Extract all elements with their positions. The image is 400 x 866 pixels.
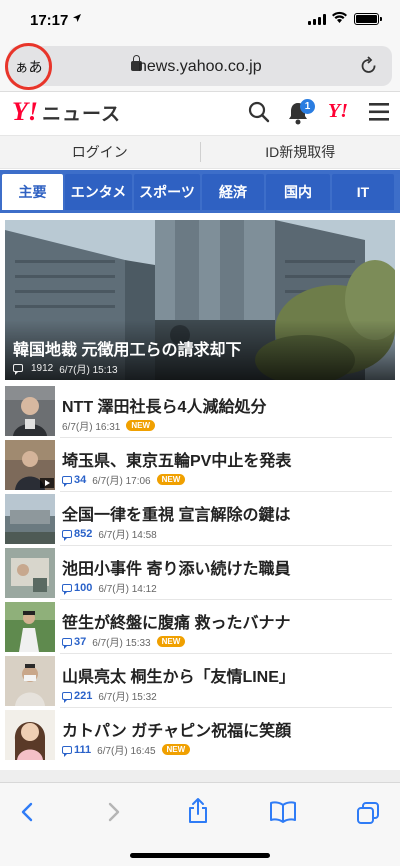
article-thumbnail	[5, 440, 55, 490]
url-text[interactable]: news.yahoo.co.jp	[138, 58, 262, 76]
back-icon[interactable]	[18, 801, 38, 828]
article-meta: 34 6/7(月) 17:06 NEW	[62, 472, 186, 487]
article-title[interactable]: 全国一律を重視 宣言解除の鍵は	[62, 501, 290, 525]
logo-text: ニュース	[42, 104, 122, 125]
new-badge: NEW	[161, 744, 191, 755]
tab-it[interactable]: IT	[332, 174, 394, 210]
register-link[interactable]: ID新規取得	[201, 142, 400, 162]
article-date: 6/7(月) 17:06	[92, 476, 151, 487]
article-date: 6/7(月) 14:12	[98, 584, 157, 595]
new-badge: NEW	[156, 474, 186, 485]
section-divider	[0, 770, 400, 782]
article-thumbnail	[5, 548, 55, 598]
list-item[interactable]: 埼玉県、東京五輪PV中止を発表 34 6/7(月) 17:06 NEW	[0, 438, 400, 492]
article-thumbnail	[5, 494, 55, 544]
list-item[interactable]: 笹生が終盤に腹痛 救ったバナナ 37 6/7(月) 15:33 NEW	[0, 600, 400, 654]
article-date: 6/7(月) 15:33	[92, 638, 151, 649]
category-tabs: 主要 エンタメ スポーツ 経済 国内 IT	[0, 170, 400, 213]
comment-icon	[62, 745, 72, 757]
comment-icon	[62, 529, 72, 541]
list-item[interactable]: 山県亮太 桐生から「友情LINE」 221 6/7(月) 15:32	[0, 654, 400, 708]
wifi-icon	[331, 11, 348, 29]
article-meta: 221 6/7(月) 15:32	[62, 688, 157, 703]
list-item[interactable]: 池田小事件 寄り添い続けた職員 100 6/7(月) 14:12	[0, 546, 400, 600]
article-date: 6/7(月) 16:45	[97, 746, 156, 757]
article-thumbnail	[5, 386, 55, 436]
tab-economy[interactable]: 経済	[202, 174, 264, 210]
article-meta: 111 6/7(月) 16:45 NEW	[62, 742, 191, 757]
article-comment-count: 100	[62, 582, 92, 595]
status-bar: 17:17	[0, 0, 400, 42]
tab-domestic[interactable]: 国内	[266, 174, 330, 210]
bookmarks-icon[interactable]	[269, 801, 297, 828]
comment-icon	[13, 363, 25, 376]
text-size-button[interactable]: ぁあ	[5, 43, 52, 90]
article-comment-count: 34	[62, 474, 86, 487]
yahoo-news-logo[interactable]: Y! ニュース	[12, 97, 121, 127]
cellular-signal-icon	[308, 14, 326, 25]
reload-icon[interactable]	[360, 56, 378, 81]
logo-mark: Y!	[12, 97, 38, 126]
tabs-icon[interactable]	[356, 801, 380, 830]
article-title[interactable]: 池田小事件 寄り添い続けた職員	[62, 555, 290, 579]
comment-icon	[62, 475, 72, 487]
article-date: 6/7(月) 14:58	[98, 530, 157, 541]
article-meta: 852 6/7(月) 14:58	[62, 526, 157, 541]
browser-toolbar	[0, 782, 400, 866]
hero-meta: 1912 6/7(月) 15:13	[13, 361, 118, 376]
article-comment-count: 37	[62, 636, 86, 649]
menu-icon[interactable]	[369, 103, 389, 126]
forward-icon[interactable]	[103, 801, 123, 828]
notification-badge: 1	[300, 99, 315, 114]
hero-comment-count: 1912	[31, 363, 54, 374]
new-badge: NEW	[126, 420, 156, 431]
list-item[interactable]: NTT 澤田社長ら4人減給処分 6/7(月) 16:31 NEW	[0, 384, 400, 438]
login-link[interactable]: ログイン	[0, 142, 201, 162]
article-title[interactable]: 埼玉県、東京五輪PV中止を発表	[62, 447, 291, 471]
article-comment-count: 852	[62, 528, 92, 541]
article-thumbnail	[5, 602, 55, 652]
article-title[interactable]: 笹生が終盤に腹痛 救ったバナナ	[62, 609, 290, 633]
tab-sports[interactable]: スポーツ	[134, 174, 200, 210]
article-thumbnail	[5, 656, 55, 706]
address-bar[interactable]: news.yahoo.co.jp	[8, 46, 392, 86]
comment-icon	[62, 691, 72, 703]
article-date: 6/7(月) 16:31	[62, 422, 121, 433]
location-arrow-icon	[72, 13, 82, 26]
list-item[interactable]: カトパン ガチャピン祝福に笑顔 111 6/7(月) 16:45 NEW	[0, 708, 400, 762]
article-title[interactable]: 山県亮太 桐生から「友情LINE」	[62, 663, 295, 687]
hero-article[interactable]: 韓国地裁 元徴用工らの請求却下 1912 6/7(月) 15:13	[5, 220, 395, 380]
home-indicator	[130, 853, 270, 858]
article-meta: 100 6/7(月) 14:12	[62, 580, 157, 595]
battery-icon	[354, 13, 382, 25]
site-header: Y! ニュース Y!	[0, 93, 400, 133]
article-thumbnail	[5, 710, 55, 760]
article-title[interactable]: NTT 澤田社長ら4人減給処分	[62, 393, 266, 417]
article-date: 6/7(月) 15:32	[98, 692, 157, 703]
new-badge: NEW	[156, 636, 186, 647]
article-comment-count: 111	[62, 744, 91, 757]
hero-date: 6/7(月) 15:13	[59, 365, 118, 376]
yahoo-mark[interactable]: Y!	[328, 100, 348, 123]
list-item[interactable]: 全国一律を重視 宣言解除の鍵は 852 6/7(月) 14:58	[0, 492, 400, 546]
article-meta: 6/7(月) 16:31 NEW	[62, 418, 156, 433]
share-icon[interactable]	[186, 797, 210, 830]
tab-main[interactable]: 主要	[2, 174, 63, 210]
comment-icon	[62, 583, 72, 595]
account-row: ログイン ID新規取得	[0, 135, 400, 169]
article-meta: 37 6/7(月) 15:33 NEW	[62, 634, 186, 649]
article-list: NTT 澤田社長ら4人減給処分 6/7(月) 16:31 NEW 埼玉県、東京五…	[0, 384, 400, 762]
comment-icon	[62, 637, 72, 649]
hero-title[interactable]: 韓国地裁 元徴用工らの請求却下	[13, 336, 241, 360]
play-icon	[40, 478, 54, 488]
article-comment-count: 221	[62, 690, 92, 703]
status-time: 17:17	[30, 12, 69, 29]
browser-address-area: news.yahoo.co.jp	[0, 42, 400, 92]
article-title[interactable]: カトパン ガチャピン祝福に笑顔	[62, 717, 291, 741]
tab-entertainment[interactable]: エンタメ	[65, 174, 132, 210]
search-icon[interactable]	[248, 101, 270, 128]
